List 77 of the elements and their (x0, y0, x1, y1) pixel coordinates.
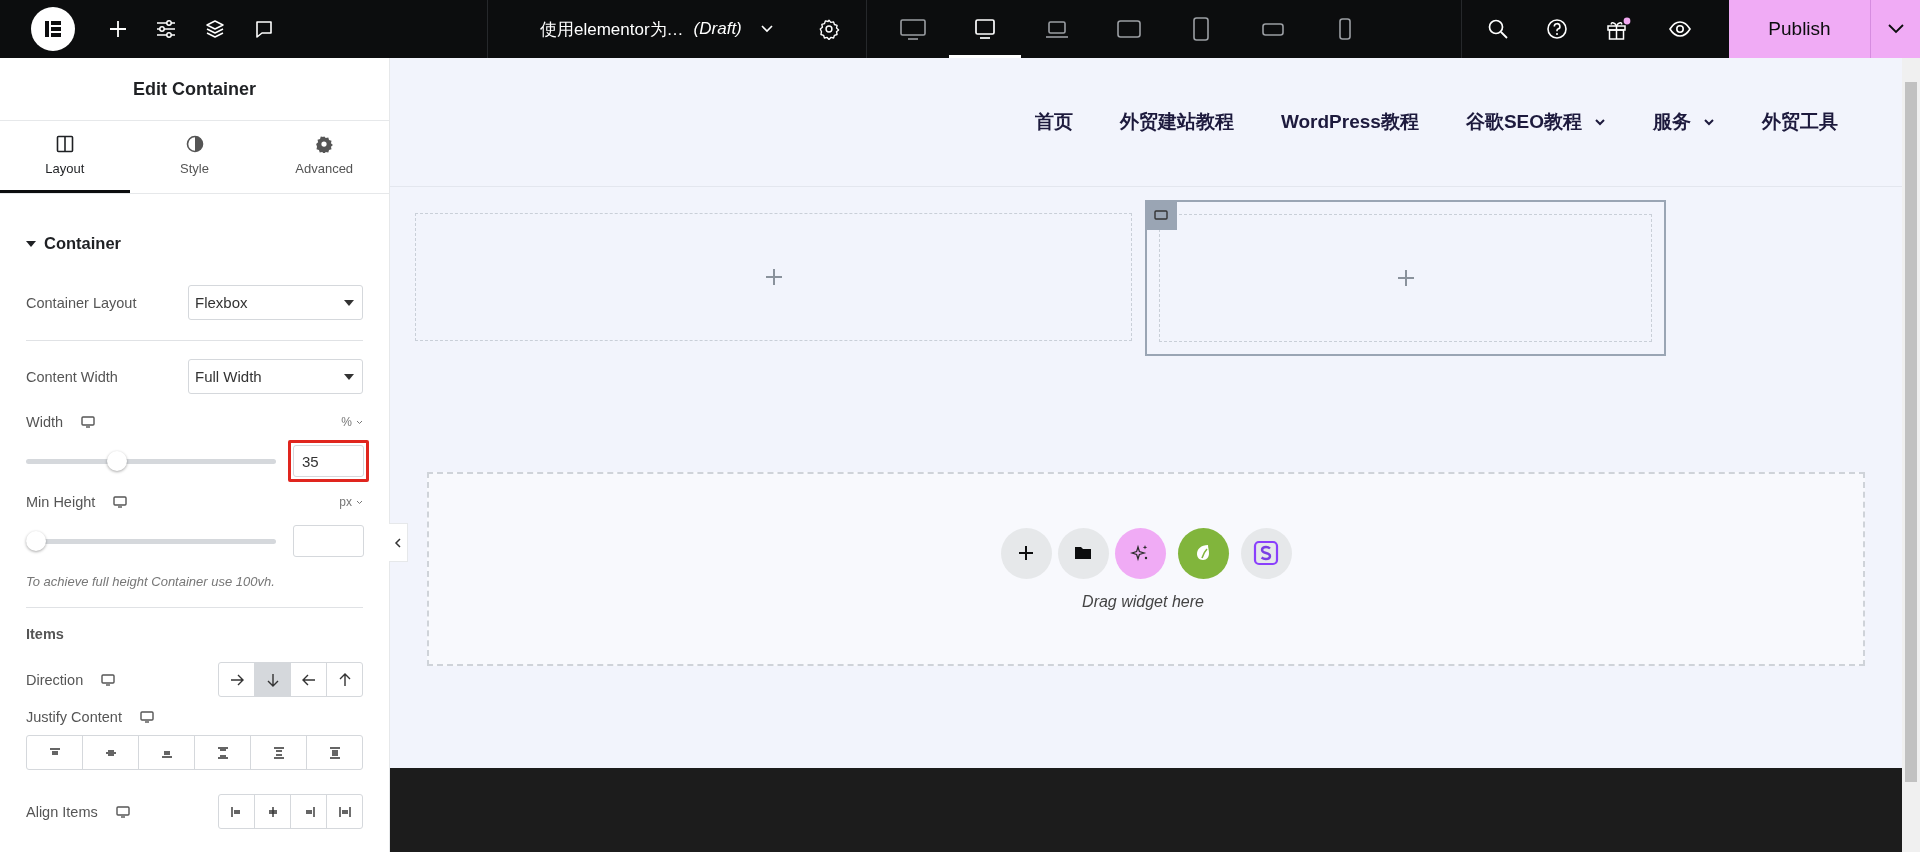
slider[interactable] (26, 531, 276, 551)
panel-tab[interactable]: Advanced (259, 121, 389, 193)
arrow-icon (265, 672, 280, 687)
unit-selector[interactable]: px (339, 495, 352, 509)
search-icon[interactable] (1487, 18, 1509, 40)
panel-tab[interactable]: Style (129, 121, 260, 193)
nav-link[interactable]: 外贸建站教程 (1119, 109, 1234, 135)
collapse-panel-handle[interactable] (389, 523, 408, 562)
select-field[interactable]: Full Width (188, 359, 363, 394)
control-label: Align Items (26, 803, 98, 820)
hint-text: To achieve full height Container use 100vh. (26, 574, 276, 589)
nav-link[interactable]: 首页 (1034, 109, 1073, 135)
nav-link[interactable]: WordPress教程 (1280, 109, 1419, 135)
columns-icon (55, 135, 74, 153)
chevron-down-icon (1886, 23, 1905, 35)
slider-thumb[interactable] (26, 531, 46, 551)
document-status: (Draft) (693, 19, 742, 39)
align-icon (337, 804, 352, 819)
arrow-icon (301, 672, 316, 687)
layers-icon[interactable] (204, 18, 226, 40)
control-label: Width (26, 414, 64, 430)
unit-selector[interactable]: % (341, 415, 352, 429)
half-circle-icon (185, 135, 204, 153)
slider-thumb[interactable] (106, 451, 127, 471)
monitor-icon[interactable] (101, 673, 116, 686)
logo-icon[interactable] (31, 7, 75, 51)
nav-link[interactable]: 服务 (1653, 109, 1715, 135)
settings-icon[interactable] (817, 18, 840, 40)
choice-button[interactable] (254, 663, 290, 696)
monitor-icon[interactable] (139, 711, 154, 723)
settings-sliders-icon[interactable] (155, 19, 177, 39)
s-logo-icon (1253, 540, 1279, 566)
slider[interactable] (26, 451, 276, 471)
eye-icon[interactable] (1668, 19, 1692, 39)
control-label: Container Layout (26, 294, 137, 311)
control-label: Direction (26, 671, 84, 688)
settings-icon (315, 135, 334, 153)
nav-link[interactable]: 外贸工具 (1762, 109, 1838, 135)
control-label: Min Height (26, 494, 96, 510)
monitor-icon[interactable] (113, 496, 128, 508)
caret-down-icon (344, 299, 354, 306)
caret-down-icon[interactable] (26, 239, 36, 248)
caret-down-icon (344, 373, 354, 380)
chevron-left-icon (394, 537, 402, 548)
sparkle-icon (1130, 543, 1150, 563)
justify-icon (327, 745, 342, 760)
panel-title: Edit Container (133, 78, 256, 100)
publish-button[interactable]: Publish (1729, 0, 1870, 58)
comment-icon[interactable] (253, 18, 275, 40)
justify-icon (271, 745, 286, 760)
chevron-down-icon[interactable] (1703, 118, 1715, 126)
document-title[interactable]: 使用elementor为… (540, 17, 684, 41)
monitor-icon[interactable] (115, 805, 130, 818)
chevron-down-icon[interactable] (1594, 118, 1606, 126)
select-field[interactable]: Flexbox (188, 285, 363, 320)
drop-zone-hint: Drag widget here (1082, 592, 1204, 611)
control-label: Justify Content (26, 709, 122, 725)
chevron-down-icon[interactable] (759, 24, 774, 34)
nav-link[interactable]: 谷歌SEO教程 (1465, 109, 1606, 135)
rectangle-icon (1154, 210, 1168, 220)
number-field[interactable]: 35 (293, 445, 364, 477)
number-field[interactable] (293, 525, 364, 557)
section-title[interactable]: Container (44, 234, 121, 253)
container-handle[interactable] (1145, 200, 1177, 230)
panel-tab[interactable]: Layout (0, 121, 130, 193)
scrollbar[interactable] (1902, 58, 1920, 852)
monitor-icon (899, 16, 927, 42)
folder-icon (1074, 545, 1092, 561)
gift-icon[interactable] (1605, 17, 1631, 41)
arrow-icon (229, 672, 244, 687)
justify-icon (215, 745, 230, 760)
monitor-icon[interactable] (81, 416, 96, 428)
control-label: Content Width (26, 368, 118, 385)
arrow-icon (337, 672, 352, 687)
help-icon[interactable] (1546, 18, 1568, 40)
add-icon (1017, 544, 1035, 562)
group-heading: Items (26, 626, 65, 642)
